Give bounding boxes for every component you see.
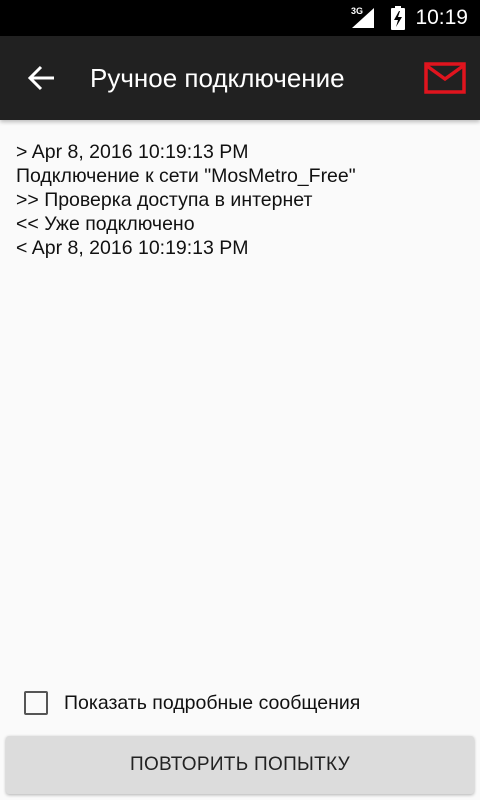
mail-icon[interactable] — [424, 62, 466, 94]
log-line: < Apr 8, 2016 10:19:13 PM — [16, 237, 249, 259]
retry-button[interactable]: ПОВТОРИТЬ ПОПЫТКУ — [6, 736, 474, 794]
show-details-option[interactable]: Показать подробные сообщения — [24, 690, 464, 720]
log-line: >> Проверка доступа в интернет — [16, 189, 313, 211]
show-details-label: Показать подробные сообщения — [64, 692, 361, 714]
clock: 10:19 — [415, 6, 468, 29]
page-title: Ручное подключение — [90, 63, 345, 93]
log-line: > Apr 8, 2016 10:19:13 PM — [16, 141, 249, 163]
connection-log: > Apr 8, 2016 10:19:13 PM Подключение к … — [16, 140, 466, 260]
battery-charging-icon — [391, 6, 405, 30]
arrow-left-icon[interactable] — [26, 64, 56, 92]
app-bar: Ручное подключение — [0, 36, 480, 120]
status-bar: 3G 10:19 — [0, 0, 480, 36]
show-details-checkbox[interactable] — [24, 691, 48, 715]
log-line: Подключение к сети "MosMetro_Free" — [16, 165, 356, 187]
signal-icon — [352, 8, 374, 28]
log-line: << Уже подключено — [16, 213, 195, 235]
